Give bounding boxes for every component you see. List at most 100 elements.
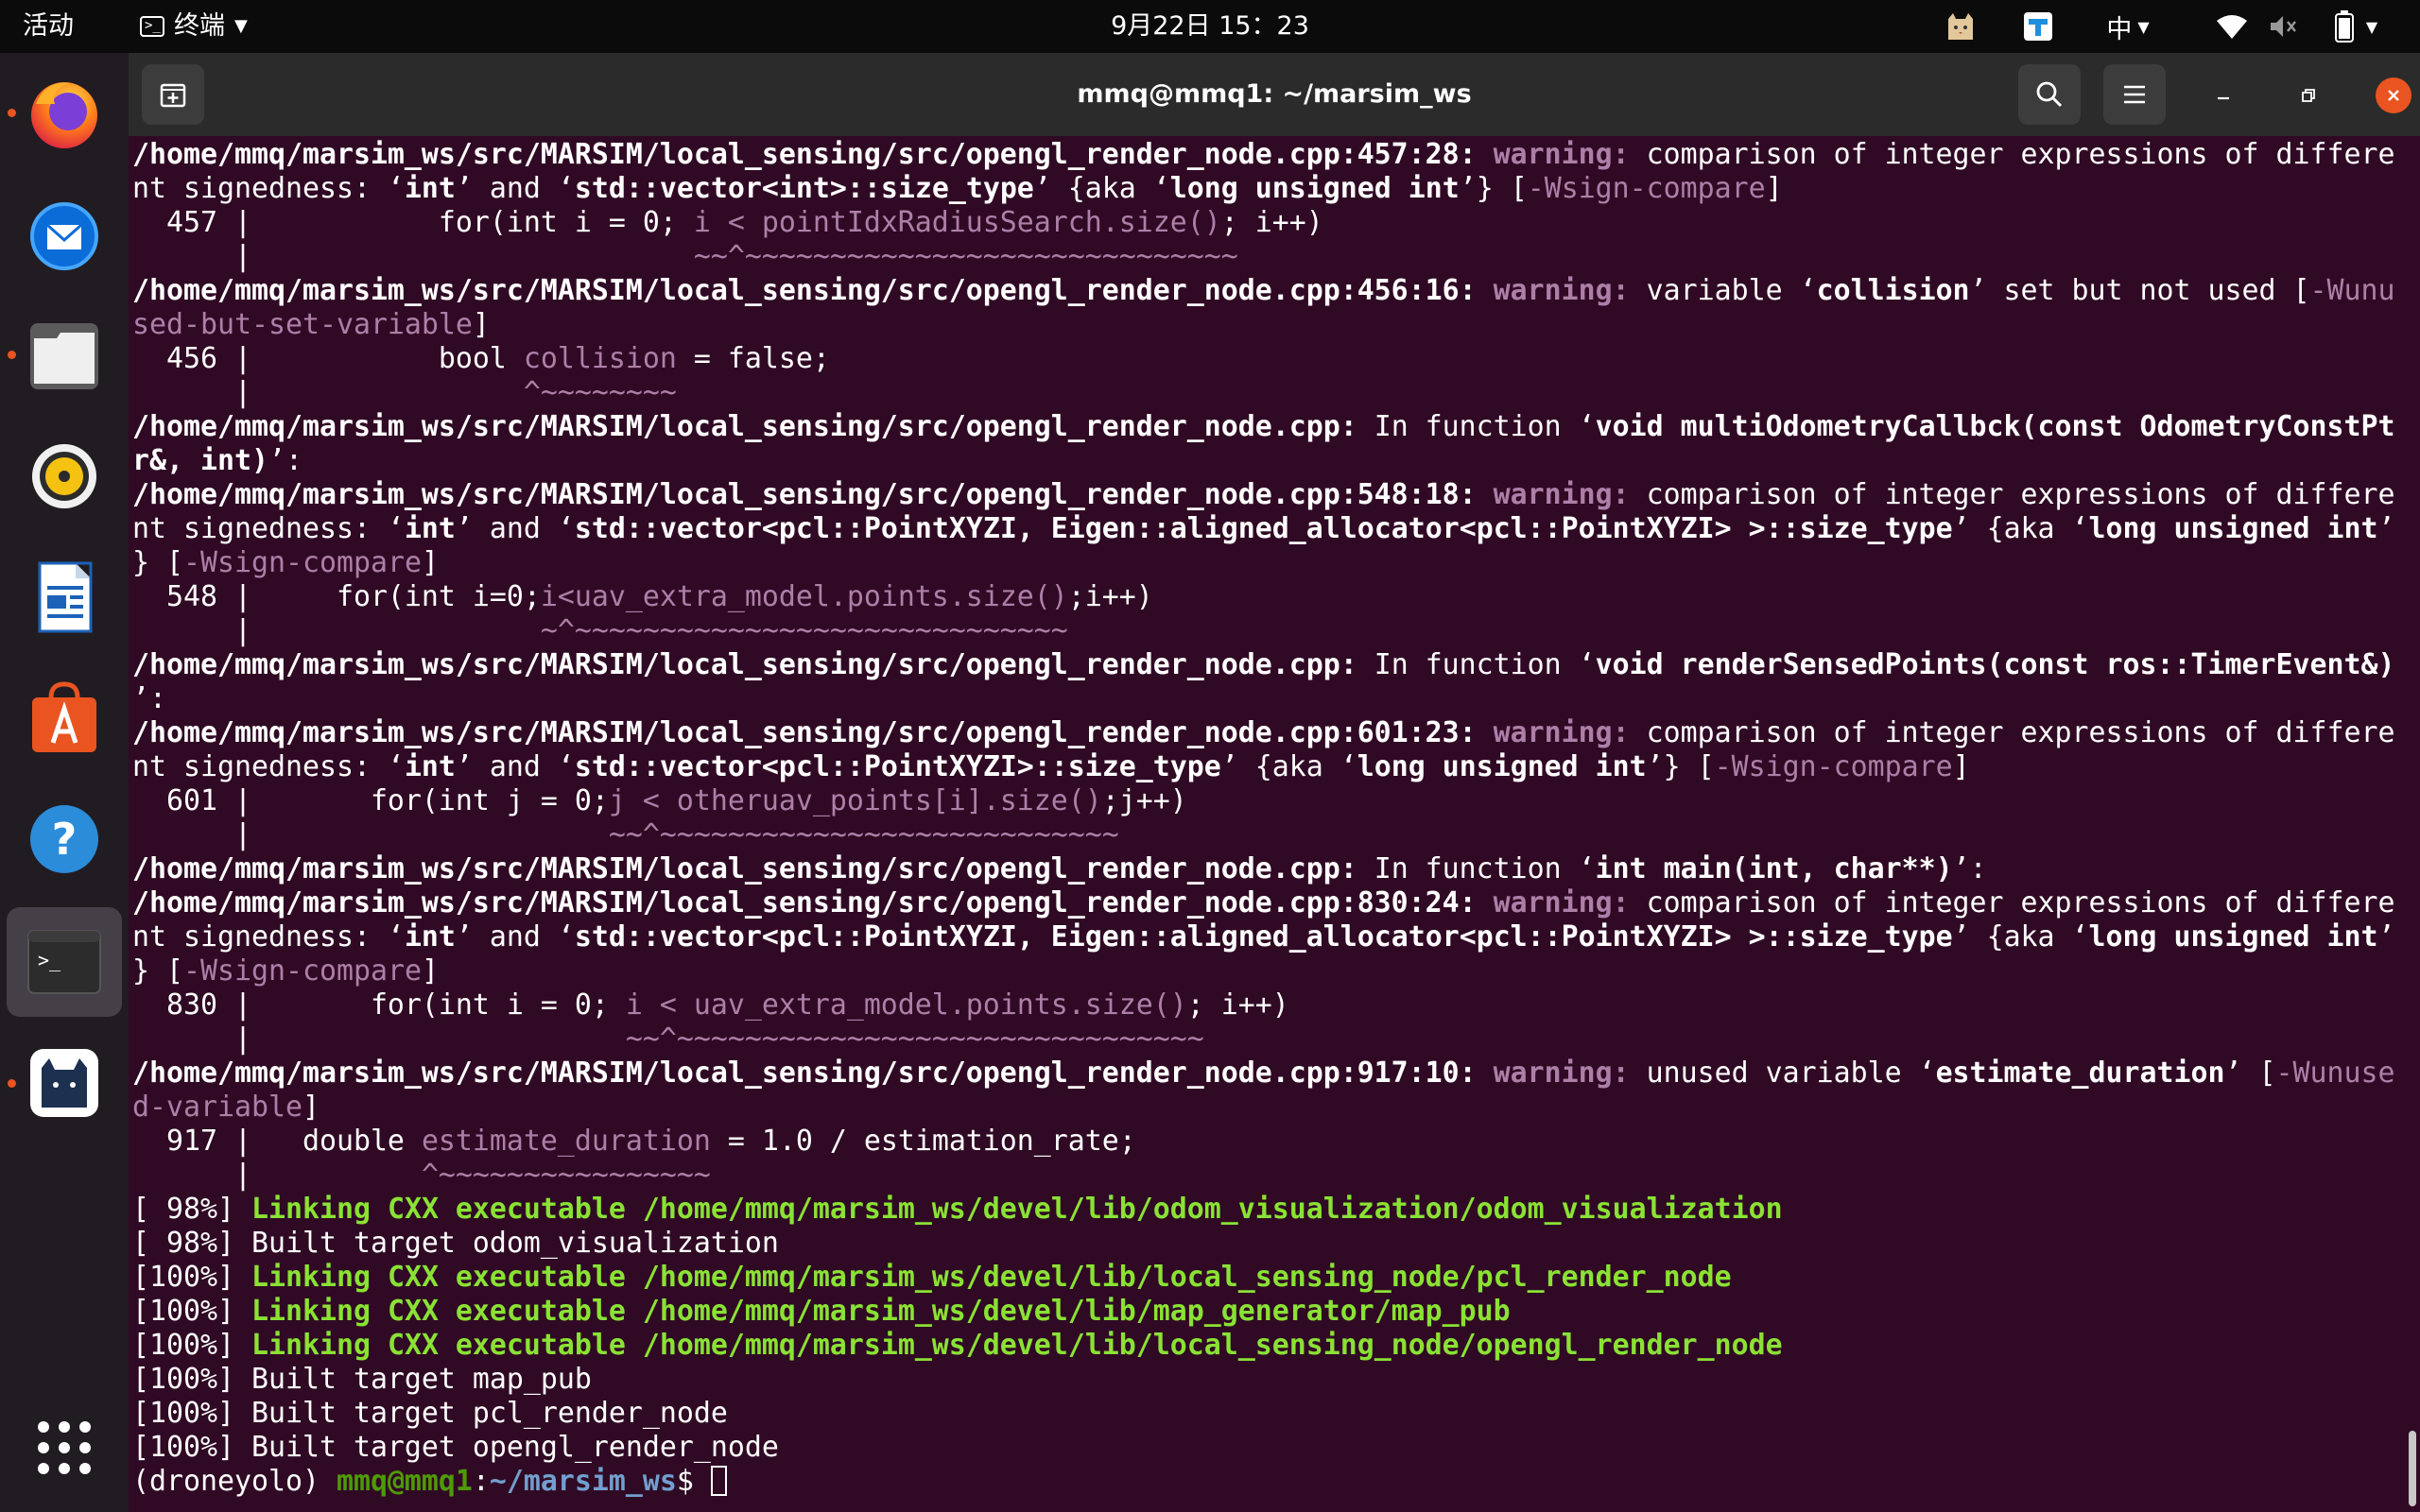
terminal-text: std::vector<pcl::PointXYZI, Eigen::align… — [574, 920, 1953, 954]
terminal-text: ’ {aka ‘ — [1952, 512, 2089, 545]
terminal-text: ; i++) — [1186, 988, 1289, 1022]
terminal-output[interactable]: /home/mmq/marsim_ws/src/MARSIM/local_sen… — [132, 138, 2401, 1510]
menu-button[interactable] — [2103, 64, 2166, 125]
terminal-text: nt signedness: ‘ — [132, 172, 405, 205]
terminal-line: 548 | for(int i=0;i<uav_extra_model.poin… — [132, 580, 2401, 614]
terminal-line: [ 98%] Built target odom_visualization — [132, 1227, 2401, 1261]
terminal-line: nt signedness: ‘int’ and ‘std::vector<pc… — [132, 920, 2401, 954]
dock-cat-app[interactable] — [17, 1036, 112, 1130]
terminal-text: } [ — [132, 954, 183, 988]
terminal-text: warning: — [1493, 274, 1647, 307]
running-indicator — [8, 351, 16, 359]
system-menu[interactable]: ▼ — [2318, 9, 2394, 43]
terminal-text: /home/mmq/marsim_ws/src/MARSIM/local_sen… — [132, 138, 1494, 171]
clock[interactable]: 9月22日 15：23 — [1111, 11, 1309, 41]
dock: ? >_ — [0, 53, 129, 1512]
terminal-text: unused variable ‘ — [1646, 1057, 1936, 1090]
terminal-line: [ 98%] Linking CXX executable /home/mmq/… — [132, 1193, 2401, 1227]
terminal-text: comparison of integer expressions of dif… — [1646, 716, 2395, 749]
close-button[interactable] — [2376, 77, 2411, 113]
volume-muted-icon[interactable] — [2265, 9, 2303, 43]
dock-help[interactable]: ? — [17, 792, 112, 886]
terminal-text: | — [132, 614, 541, 647]
dock-rhythmbox[interactable] — [17, 429, 112, 524]
input-method-indicator[interactable]: 中 ▼ — [2095, 9, 2161, 44]
terminal-line: sed-but-set-variable] — [132, 308, 2401, 342]
terminal-line: nt signedness: ‘int’ and ‘std::vector<pc… — [132, 750, 2401, 784]
terminal-line: /home/mmq/marsim_ws/src/MARSIM/local_sen… — [132, 716, 2401, 750]
terminal-text: int — [404, 512, 456, 545]
terminal-text: | — [132, 818, 609, 851]
close-icon — [2388, 90, 2399, 101]
terminal-line: [100%] Linking CXX executable /home/mmq/… — [132, 1261, 2401, 1295]
cat-tray-icon[interactable] — [1942, 9, 1979, 43]
terminal-text: In function ‘ — [1357, 648, 1596, 681]
document-icon — [38, 561, 93, 633]
terminal-text: [ 98%] — [132, 1193, 251, 1226]
terminal-text: ;j++) — [1101, 784, 1187, 817]
dock-firefox[interactable] — [17, 66, 112, 161]
app-tray-icon[interactable] — [2019, 9, 2057, 43]
terminal-line: /home/mmq/marsim_ws/src/MARSIM/local_sen… — [132, 478, 2401, 512]
app-menu[interactable]: >_ 终端 ▼ — [140, 0, 248, 53]
show-applications-button[interactable] — [17, 1400, 112, 1495]
terminal-line: } [-Wsign-compare] — [132, 954, 2401, 988]
speaker-icon — [32, 444, 96, 508]
terminal-text: ] — [1765, 172, 1783, 205]
terminal-text: ] — [421, 546, 439, 579]
terminal-text: In function ‘ — [1357, 410, 1596, 443]
terminal-text: ~~^~~~~~~~~~~~~~~~~~~~~~~~~~~~~~~~ — [625, 1022, 1204, 1056]
terminal-text: sed-but-set-variable — [132, 308, 473, 341]
new-tab-icon — [160, 83, 186, 108]
terminal-line: [100%] Built target pcl_render_node — [132, 1397, 2401, 1431]
dock-writer[interactable] — [17, 550, 112, 644]
terminal-line: | ^~~~~~~~~~~~~~~~~ — [132, 1159, 2401, 1193]
terminal-text: /home/mmq/marsim_ws/src/MARSIM/local_sen… — [132, 716, 1494, 749]
terminal-text: [100%] — [132, 1261, 251, 1294]
search-button[interactable] — [2018, 64, 2081, 125]
svg-text:?: ? — [52, 814, 78, 865]
terminal-text: nt signedness: ‘ — [132, 920, 405, 954]
terminal-text: std::vector<pcl::PointXYZI>::size_type — [574, 750, 1221, 783]
terminal-text: = false; — [676, 342, 830, 375]
activities-button[interactable]: 活动 — [23, 0, 74, 53]
prompt-sep: : — [472, 1465, 490, 1498]
prompt-line[interactable]: (droneyolo) mmq@mmq1:~/marsim_ws$ — [132, 1465, 2401, 1499]
terminal-text: ’ {aka ‘ — [1033, 172, 1170, 205]
terminal-app-icon: >_ — [140, 16, 164, 37]
restore-button[interactable] — [2290, 77, 2326, 113]
terminal-text: ’ and ‘ — [455, 920, 575, 954]
terminal-line: | ~^~~~~~~~~~~~~~~~~~~~~~~~~~~~~~ — [132, 614, 2401, 648]
terminal-text: warning: — [1493, 886, 1647, 919]
terminal-text: ’: — [268, 444, 302, 477]
terminal-text: } [ — [132, 546, 183, 579]
dock-software[interactable] — [17, 671, 112, 765]
terminal-text: ^~~~~~~~~~~~~~~~~ — [421, 1159, 711, 1192]
app-store-icon — [32, 681, 96, 752]
terminal-line: } [-Wsign-compare] — [132, 546, 2401, 580]
help-icon: ? — [30, 805, 98, 873]
terminal-text: /home/mmq/marsim_ws/src/MARSIM/local_sen… — [132, 478, 1494, 511]
header-bar[interactable]: mmq@mmq1: ~/marsim_ws — [129, 53, 2420, 136]
terminal-line: | ^~~~~~~~~ — [132, 376, 2401, 410]
top-bar: 活动 >_ 终端 ▼ 9月22日 15：23 中 ▼ ▼ — [0, 0, 2420, 53]
search-icon — [2036, 81, 2063, 108]
terminal-text: ’ and ‘ — [455, 172, 575, 205]
wifi-icon[interactable] — [2210, 9, 2254, 43]
terminal-text: ] — [302, 1091, 320, 1124]
terminal-text: -Wunu — [2309, 274, 2395, 307]
scrollbar[interactable] — [2409, 1431, 2416, 1506]
chevron-down-icon: ▼ — [2365, 17, 2378, 36]
minimize-button[interactable] — [2205, 77, 2241, 113]
terminal-text: nt signedness: ‘ — [132, 750, 405, 783]
terminal-icon: >_ — [27, 930, 101, 994]
dock-terminal[interactable]: >_ — [7, 907, 122, 1017]
dock-files[interactable] — [17, 308, 112, 403]
prompt-symbol: $ — [676, 1465, 711, 1498]
terminal-text: int main(int, char**) — [1595, 852, 1953, 885]
terminal-text: /home/mmq/marsim_ws/src/MARSIM/local_sen… — [132, 852, 1357, 885]
terminal-text: long unsigned int — [1169, 172, 1460, 205]
running-indicator — [8, 109, 16, 117]
new-tab-button[interactable] — [142, 64, 204, 125]
dock-thunderbird[interactable] — [17, 187, 112, 282]
